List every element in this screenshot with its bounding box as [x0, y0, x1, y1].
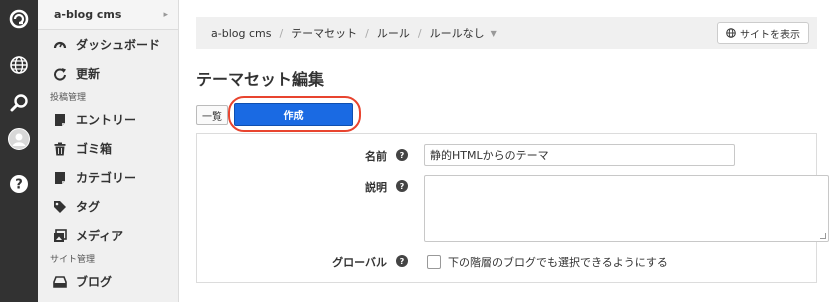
sidebar-item-media[interactable]: メディア: [38, 221, 178, 250]
site-name: a-blog cms: [54, 8, 122, 21]
sidebar-item-entry[interactable]: エントリー: [38, 105, 178, 134]
list-button[interactable]: 一覧: [196, 105, 228, 125]
sidebar-item-blog[interactable]: ブログ: [38, 267, 178, 296]
entry-icon: [52, 112, 68, 128]
main-content: a-blog cms / テーマセット / ルール / ルールなし ▼ サイトを…: [179, 0, 835, 302]
sidebar-item-label: メディア: [76, 229, 124, 243]
create-button[interactable]: 作成: [234, 103, 353, 126]
help-icon[interactable]: ?: [7, 172, 31, 196]
sidebar-item-dashboard[interactable]: ダッシュボード: [38, 30, 178, 59]
sidebar: a-blog cms ▸ ダッシュボード 更新 投稿管理 エントリー ゴミ箱 カ…: [38, 0, 179, 302]
name-field[interactable]: 静的HTMLからのテーマ: [424, 144, 735, 166]
sidebar-item-label: カテゴリー: [76, 171, 137, 185]
name-label: 名前: [365, 150, 387, 163]
sidebar-item-label: ブログ: [76, 275, 113, 289]
refresh-icon: [52, 66, 68, 82]
breadcrumb-separator: /: [365, 26, 369, 40]
sidebar-item-refresh[interactable]: 更新: [38, 59, 178, 88]
breadcrumb: a-blog cms / テーマセット / ルール / ルールなし ▼ サイトを…: [196, 17, 817, 49]
global-checkbox[interactable]: [427, 255, 441, 269]
help-icon[interactable]: ?: [396, 180, 408, 192]
help-icon[interactable]: ?: [396, 255, 408, 267]
category-icon: [52, 170, 68, 186]
section-heading-posts: 投稿管理: [50, 93, 87, 103]
avatar[interactable]: [7, 127, 31, 151]
sidebar-item-tag[interactable]: タグ: [38, 192, 178, 221]
section-heading-site: サイト管理: [50, 255, 96, 265]
view-site-button[interactable]: サイトを表示: [717, 22, 809, 44]
globe-icon: [726, 28, 736, 38]
sidebar-item-label: 更新: [76, 67, 101, 81]
global-label: グローバル: [332, 256, 387, 269]
globe-icon[interactable]: [7, 53, 31, 77]
site-switcher[interactable]: a-blog cms ▸: [38, 0, 178, 30]
tag-icon: [52, 199, 68, 215]
dashboard-icon: [52, 37, 68, 53]
icon-rail: ?: [0, 0, 38, 302]
breadcrumb-separator: /: [417, 26, 422, 40]
caret-down-icon[interactable]: ▼: [491, 29, 497, 38]
breadcrumb-item[interactable]: ルール: [377, 25, 410, 41]
theme-set-form: 名前 ? 静的HTMLからのテーマ 説明 ? グローバル ? 下の階層のブログで…: [196, 133, 829, 283]
sidebar-item-label: ゴミ箱: [76, 142, 113, 156]
trash-icon: [52, 141, 68, 157]
sidebar-item-label: タグ: [76, 200, 101, 214]
search-icon[interactable]: [7, 91, 31, 115]
chevron-right-icon: ▸: [163, 9, 168, 20]
sidebar-item-category[interactable]: カテゴリー: [38, 163, 178, 192]
sidebar-item-trash[interactable]: ゴミ箱: [38, 134, 178, 163]
svg-text:?: ?: [15, 178, 23, 193]
global-checkbox-label[interactable]: 下の階層のブログでも選択できるようにする: [448, 254, 668, 270]
media-icon: [52, 228, 68, 244]
breadcrumb-item-current[interactable]: ルールなし: [430, 25, 485, 41]
breadcrumb-item[interactable]: テーマセット: [291, 25, 357, 41]
breadcrumb-separator: /: [279, 26, 284, 40]
description-field[interactable]: [424, 175, 829, 242]
blog-icon: [52, 274, 68, 290]
sidebar-item-label: エントリー: [76, 113, 137, 127]
resize-grip-icon[interactable]: [820, 233, 826, 239]
view-site-label: サイトを表示: [740, 29, 800, 41]
sidebar-item-label: ダッシュボード: [76, 38, 161, 52]
acms-logo-icon[interactable]: [7, 7, 31, 31]
page-title: テーマセット編集: [196, 70, 325, 89]
breadcrumb-item[interactable]: a-blog cms: [211, 27, 271, 40]
description-label: 説明: [365, 181, 387, 194]
help-icon[interactable]: ?: [396, 149, 408, 161]
